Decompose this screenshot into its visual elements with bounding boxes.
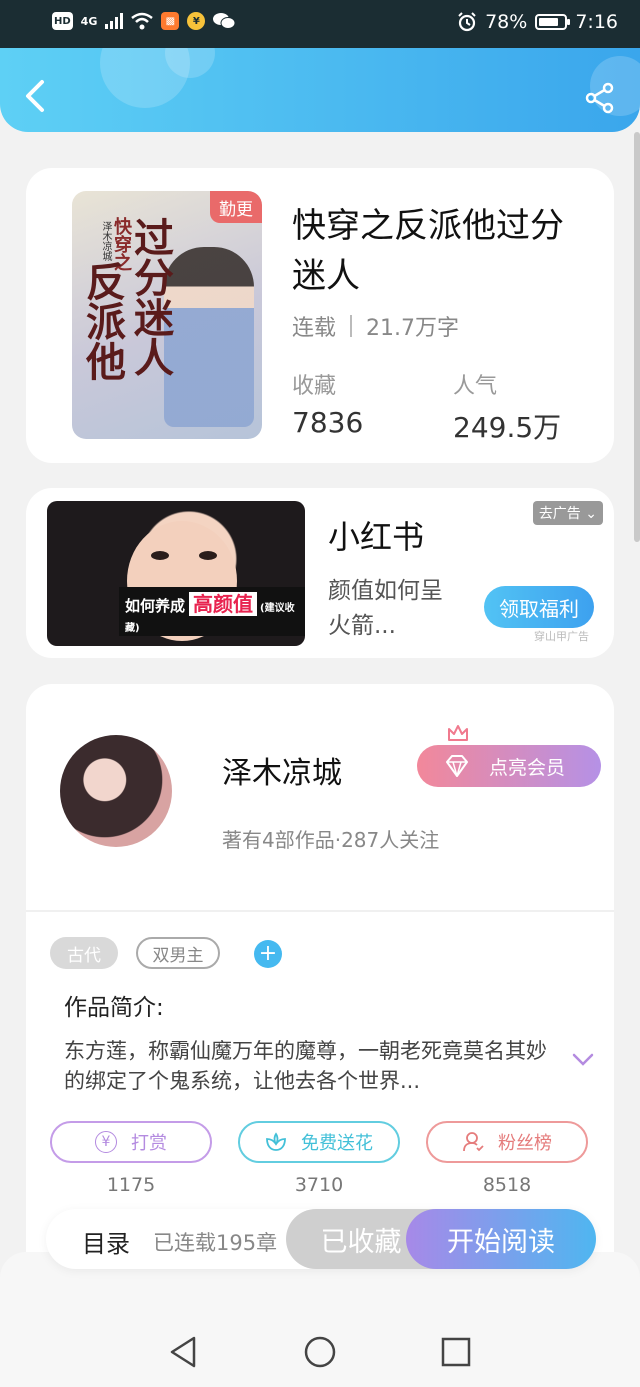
start-reading-button[interactable]: 开始阅读 [406,1209,596,1269]
vip-button[interactable]: 点亮会员 [417,745,601,787]
ad-eye [199,551,217,560]
signal-icon [105,13,124,29]
update-tag: 勤更 [210,191,262,223]
tag-chip[interactable]: 古代 [50,937,118,969]
send-flower-button[interactable]: 免费送花 [238,1121,400,1163]
cover-figure [164,247,254,427]
ad-image[interactable]: 如何养成 高颜值 (建议收藏) [47,501,305,646]
chevron-down-icon: ⌄ [585,506,597,522]
ad-title: 小红书 [328,518,425,556]
reward-count: 1175 [106,1174,156,1196]
send-flower-label: 免费送花 [301,1133,373,1154]
battery-icon [535,14,571,30]
popularity-value: 249.5万 [453,411,562,444]
cover-calligraphy: 过分迷人 [127,217,174,377]
fan-rank-button[interactable]: 粉丝榜 [426,1121,588,1163]
chevron-down-icon[interactable] [571,1052,595,1068]
book-info-card: 快穿之 过分迷人 反派他 泽木凉城 勤更 快穿之反派他过分迷人 连载 21.7万… [26,168,614,463]
back-triangle-icon[interactable] [166,1334,202,1370]
ad-cta-button[interactable]: 领取福利 [484,586,594,628]
home-circle-icon[interactable] [302,1334,338,1370]
intro-text: 东方莲，称霸仙魔万年的魔尊，一朝老死竟莫名其妙的绑定了个鬼系统，让他去各个世界.… [64,1039,547,1093]
wifi-icon [131,12,154,30]
yuan-icon: ¥ [95,1131,117,1153]
hd-icon: HD [52,12,73,30]
app-icon: ▩ [161,12,180,30]
battery-fill [539,18,559,26]
ad-eye [151,551,169,560]
book-cover[interactable]: 快穿之 过分迷人 反派他 泽木凉城 勤更 [72,191,262,439]
intro-title: 作品简介: [64,995,164,1021]
ad-source: 穿山甲广告 [534,630,589,643]
author-stats: 著有4部作品·287人关注 [222,828,440,852]
fan-rank-count: 8518 [482,1174,532,1196]
flower-icon [266,1132,286,1151]
bottom-action-bar: 目录 已连载195章 已收藏 开始阅读 [46,1209,596,1269]
scrollbar[interactable] [634,132,640,542]
chevron-left-icon[interactable] [22,78,50,114]
user-rank-icon [463,1132,484,1152]
ad-card[interactable]: 如何养成 高颜值 (建议收藏) 小红书 颜值如何呈火箭... 去广告 ⌄ 领取福利 … [26,488,614,658]
wechat-icon [213,13,236,29]
ad-description: 颜值如何呈火箭... [328,578,443,639]
add-tag-icon[interactable]: + [254,940,282,968]
flower-count: 3710 [294,1174,344,1196]
network-label: 4G [80,14,98,28]
ad-image-caption: 如何养成 高颜值 (建议收藏) [119,587,305,636]
book-meta: 连载 21.7万字 [292,310,459,342]
crown-icon [448,725,468,741]
book-status: 连载 [292,316,337,341]
meta-divider [350,315,353,337]
remove-ad-label: 去广告 [538,506,581,522]
share-icon[interactable] [584,82,616,114]
alarm-icon [458,12,476,32]
favorites-label: 收藏 [292,374,337,399]
ad-caption-highlight: 高颜值 [189,592,258,616]
reward-label: 打赏 [131,1133,167,1154]
battery-percent: 78% [485,11,528,33]
ad-caption-prefix: 如何养成 [125,597,186,615]
alipay-icon: ¥ [187,12,206,30]
header [0,48,640,132]
word-count: 21.7万字 [366,316,460,341]
tag-chip[interactable]: 双男主 [136,937,220,969]
popularity-label: 人气 [453,374,498,399]
status-left: HD 4G ▩ ¥ [52,12,236,30]
recents-square-icon[interactable] [438,1334,474,1370]
cover-author: 泽木凉城 [100,221,111,261]
author-name[interactable]: 泽木凉城 [222,748,342,792]
vip-label: 点亮会员 [489,756,566,779]
clock: 7:16 [575,11,618,33]
fan-rank-label: 粉丝榜 [498,1133,552,1154]
system-nav-bar [0,1252,640,1387]
favorites-value: 7836 [292,406,364,439]
book-title: 快穿之反派他过分迷人 [292,206,564,296]
cover-calligraphy: 反派他 [79,261,126,381]
status-bar: HD 4G ▩ ¥ 78% 7:16 [0,0,640,48]
toc-button[interactable]: 目录 [82,1224,130,1259]
reward-button[interactable]: ¥ 打赏 [50,1121,212,1163]
avatar[interactable] [60,735,172,847]
status-right: 78% 7:16 [457,11,618,33]
toc-count[interactable]: 已连载195章 [153,1227,277,1257]
diamond-icon [446,755,468,777]
remove-ad-button[interactable]: 去广告 ⌄ [532,501,603,525]
divider [26,910,614,912]
